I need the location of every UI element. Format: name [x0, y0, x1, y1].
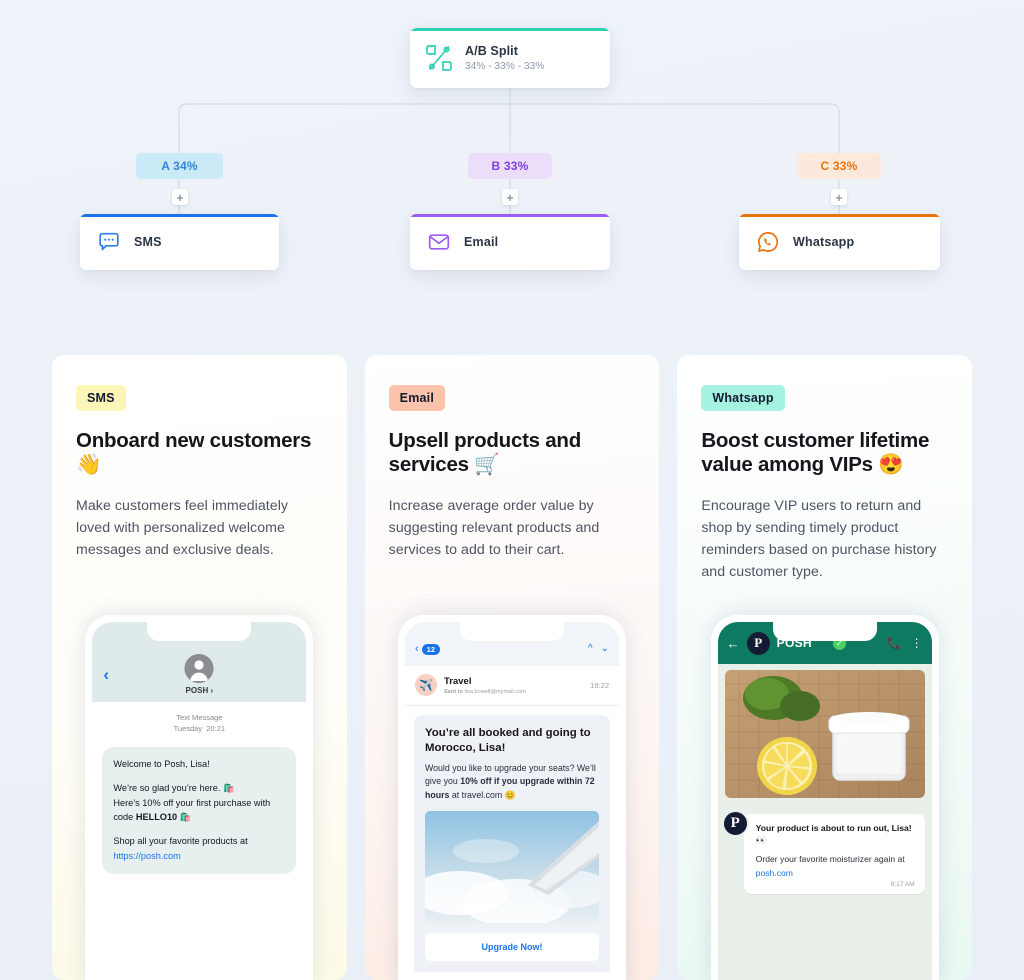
channel-label-email: Email [464, 235, 499, 249]
sms-message-meta: Text Message Tuesday 20:21 [92, 713, 306, 735]
add-step-button-a[interactable]: + [172, 189, 188, 205]
email-unread-count: 12 [421, 644, 441, 655]
branch-badge-a[interactable]: A 34% [136, 153, 223, 179]
card-body-sms: Make customers feel immediately loved wi… [76, 497, 289, 558]
branch-badge-c[interactable]: C 33% [797, 153, 881, 179]
whatsapp-message-headline: Your product is about to run out, Lisa! … [755, 823, 912, 845]
channel-label-whatsapp: Whatsapp [793, 235, 855, 249]
channel-node-email[interactable]: Email [410, 214, 610, 270]
phone-notch [460, 622, 564, 641]
chevron-left-icon[interactable]: ‹ 12 [415, 644, 441, 655]
sms-message-bubble: Welcome to Posh, Lisa! We’re so glad you… [102, 746, 297, 875]
feature-card-sms: SMS Onboard new customers 👋 Make custome… [52, 355, 347, 980]
channel-node-whatsapp[interactable]: Whatsapp [739, 214, 940, 270]
sms-line-shop: Shop all your favorite products at [113, 836, 248, 847]
ab-split-icon [424, 43, 454, 73]
person-avatar-icon [184, 654, 214, 683]
sms-meta-day: Tuesday [173, 723, 203, 733]
email-recipient: lisa.bowell@mymail.com [464, 688, 526, 695]
email-sent-to-label: Sent to [444, 688, 463, 695]
email-sender-row: ✈️ Travel Sent to lisa.bowell@mymail.com… [405, 666, 619, 706]
page-root: A/B Split 34% - 33% - 33% A 34% B 33% C … [0, 0, 1024, 980]
card-title-sms: Onboard new customers 👋 [76, 429, 312, 476]
card-title-email: Upsell products and services 🛒 [388, 429, 582, 476]
sms-promo-code: HELLO10 [135, 812, 178, 823]
phone-mockup-email: ‹ 12 ^ ⌄ ✈️ Travel Sent to lisa.bowell@my… [398, 615, 626, 980]
upgrade-now-button[interactable]: Upgrade Now! [425, 932, 599, 961]
email-timestamp: 19:22 [590, 680, 609, 690]
email-sender-name: Travel [444, 675, 472, 687]
chevron-up-icon[interactable]: ^ [588, 644, 593, 654]
envelope-icon [427, 230, 451, 254]
sms-meta-time: 20:21 [206, 723, 226, 733]
channel-node-sms[interactable]: SMS [80, 214, 279, 270]
email-heading: You’re all booked and going to Morocco, … [425, 727, 591, 754]
card-title-whatsapp: Boost customer lifetime value among VIPs… [701, 429, 930, 476]
card-tag-email: Email [388, 385, 446, 411]
email-body-post: at travel.com 😊 [449, 789, 516, 800]
ab-split-node[interactable]: A/B Split 34% - 33% - 33% [410, 28, 610, 88]
add-step-button-b[interactable]: + [502, 189, 518, 205]
airplane-icon: ✈️ [415, 674, 437, 696]
feature-card-email: Email Upsell products and services 🛒 Inc… [364, 355, 660, 980]
card-body-whatsapp: Encourage VIP users to return and shop b… [701, 497, 937, 580]
card-tag-whatsapp: Whatsapp [701, 385, 785, 411]
whatsapp-message: P Your product is about to run out, Lisa… [721, 810, 925, 895]
phone-notch [772, 622, 877, 641]
ab-split-subtitle: 34% - 33% - 33% [465, 61, 545, 72]
avatar: P [746, 631, 770, 655]
feature-cards: SMS Onboard new customers 👋 Make custome… [0, 355, 1024, 980]
add-step-button-c[interactable]: + [831, 189, 847, 205]
branch-badge-b[interactable]: B 33% [468, 153, 552, 179]
phone-mockup-sms: ‹ POSH › Text Message Tuesday 20:21 Welc… [85, 615, 314, 980]
ab-split-title: A/B Split [465, 44, 518, 58]
card-body-email: Increase average order value by suggesti… [388, 497, 600, 558]
phone-notch [147, 622, 252, 641]
sms-chat-bubble-icon [97, 230, 121, 254]
airplane-wing-clouds-photo [425, 810, 599, 923]
feature-card-whatsapp: Whatsapp Boost customer lifetime value a… [677, 355, 973, 980]
phone-mockup-whatsapp: ← P POSH ✓ 📞 ⋮ P Your product is about t… [710, 615, 939, 980]
card-tag-sms: SMS [76, 385, 126, 411]
sms-line-offer-end: 🛍️ [177, 812, 192, 823]
ab-split-flow-diagram: A/B Split 34% - 33% - 33% A 34% B 33% C … [0, 0, 1024, 330]
chevron-left-icon[interactable]: ‹ [103, 666, 109, 683]
chevron-down-icon[interactable]: ⌄ [601, 644, 609, 654]
overflow-menu-icon[interactable]: ⋮ [911, 636, 923, 650]
phone-add-icon[interactable]: 📞 [887, 636, 902, 650]
sms-meta-type: Text Message [176, 713, 223, 722]
avatar: P [721, 810, 749, 837]
channel-label-sms: SMS [134, 235, 162, 249]
sms-contact-name: POSH › [185, 686, 214, 695]
sms-line-glad: We’re so glad you’re here. 🛍️ [113, 782, 235, 793]
whatsapp-message-body: Order your favorite moisturizer again at [755, 854, 905, 865]
lemon-moisturizer-jar-photo [724, 670, 925, 798]
sms-shop-link[interactable]: https://posh.com [113, 851, 180, 861]
whatsapp-icon [756, 230, 780, 254]
email-nav-arrows[interactable]: ^ ⌄ [588, 644, 609, 654]
whatsapp-message-link[interactable]: posh.com [756, 868, 915, 878]
sms-greeting: Welcome to Posh, Lisa! [113, 758, 210, 769]
arrow-left-icon[interactable]: ← [727, 637, 740, 650]
whatsapp-chat-canvas: P Your product is about to run out, Lisa… [717, 664, 932, 980]
email-content: You’re all booked and going to Morocco, … [414, 715, 610, 972]
whatsapp-message-time: 8:17 AM [890, 881, 915, 889]
